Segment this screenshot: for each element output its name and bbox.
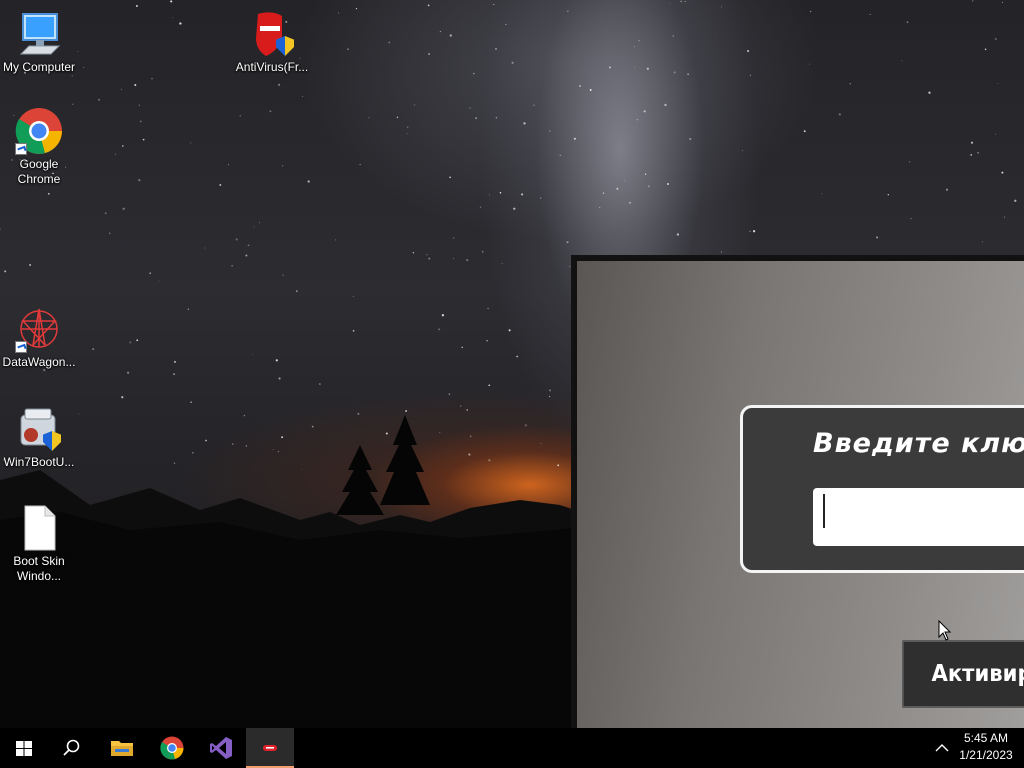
desktop-icon-boot-skin[interactable]: Boot Skin Windo...: [0, 504, 78, 584]
activation-window: Введите ключ Активир: [571, 255, 1024, 749]
key-prompt: Введите ключ: [813, 428, 1024, 459]
antivirus-icon: [248, 10, 296, 58]
desktop-icon-label: Boot Skin Windo...: [13, 554, 65, 583]
desktop-icon-antivirus[interactable]: AntiVirus(Fr...: [233, 10, 311, 75]
key-entry-panel: Введите ключ: [740, 405, 1024, 573]
start-icon: [16, 741, 32, 756]
text-caret: [823, 494, 825, 528]
activate-button[interactable]: Активир: [902, 640, 1024, 708]
taskbar: [0, 728, 1024, 768]
system-clock[interactable]: 5:45 AM 1/21/2023: [952, 730, 1020, 764]
taskbar-visual-studio[interactable]: [197, 728, 245, 768]
taskbar-active-app[interactable]: [246, 728, 294, 768]
datawagon-icon: [15, 305, 63, 353]
clock-date: 1/21/2023: [959, 748, 1013, 762]
license-key-input[interactable]: [813, 488, 1024, 546]
taskbar-file-explorer[interactable]: [98, 728, 146, 768]
app-icon: [263, 745, 277, 751]
installer-icon: [15, 405, 63, 453]
activation-window-body: Введите ключ Активир: [577, 261, 1024, 733]
desktop-icon-label: My Computer: [2, 60, 76, 74]
file-explorer-icon: [111, 741, 133, 756]
desktop-icon-label: AntiVirus(Fr...: [235, 60, 309, 74]
shortcut-arrow-icon: [15, 143, 27, 155]
computer-icon: [15, 10, 63, 58]
file-icon: [15, 504, 63, 552]
desktop-icon-label: Google Chrome: [17, 157, 61, 186]
visual-studio-icon: [210, 737, 232, 759]
desktop-icon-google-chrome[interactable]: Google Chrome: [0, 107, 78, 187]
chevron-up-icon[interactable]: [934, 740, 950, 756]
desktop-icon-my-computer[interactable]: My Computer: [0, 10, 78, 75]
desktop-icon-label: DataWagon...: [2, 355, 76, 369]
shortcut-arrow-icon: [15, 341, 27, 353]
search-button[interactable]: [48, 728, 96, 768]
search-icon: [63, 739, 80, 756]
mouse-pointer-icon: [938, 620, 952, 641]
chrome-icon: [15, 107, 63, 155]
desktop-icon-win7bootupdater[interactable]: Win7BootU...: [0, 405, 78, 470]
clock-time: 5:45 AM: [963, 731, 1009, 745]
chrome-icon: [160, 736, 184, 760]
desktop-icon-datawagon[interactable]: DataWagon...: [0, 305, 78, 370]
taskbar-chrome[interactable]: [148, 728, 196, 768]
start-button[interactable]: [0, 728, 48, 768]
desktop-icon-label: Win7BootU...: [3, 455, 75, 469]
